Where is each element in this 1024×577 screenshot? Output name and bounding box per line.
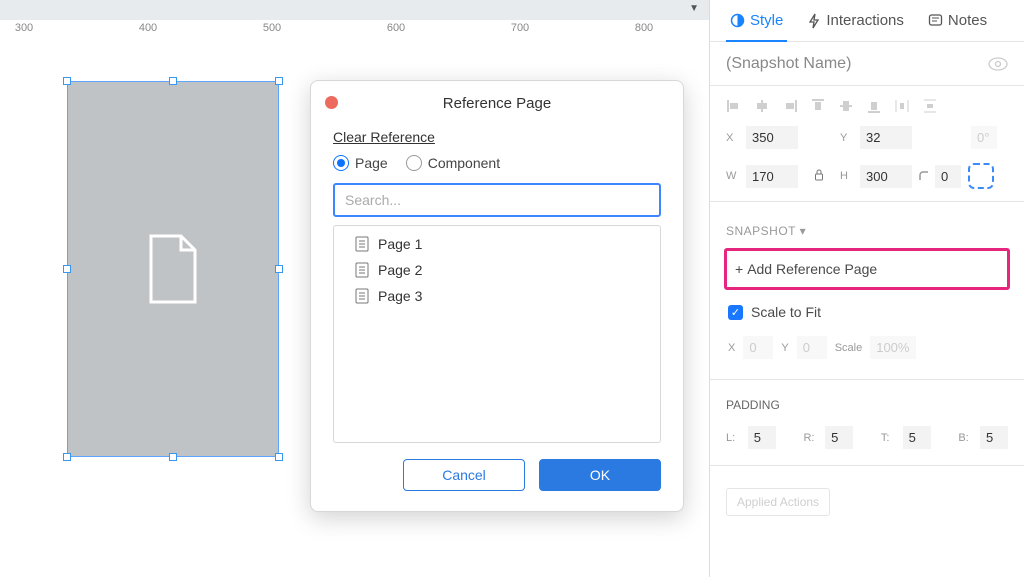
h-label: H	[840, 170, 854, 182]
resize-handle[interactable]	[275, 77, 283, 85]
align-left-icon[interactable]	[726, 98, 742, 114]
radio-page[interactable]: Page	[333, 155, 388, 171]
list-item[interactable]: Page 3	[334, 283, 660, 309]
radio-page-label: Page	[355, 155, 388, 171]
resize-handle[interactable]	[63, 265, 71, 273]
distribute-v-icon[interactable]	[922, 98, 938, 114]
dialog-title: Reference Page	[443, 95, 551, 112]
pad-t-field[interactable]: 5	[903, 426, 931, 449]
scale-x-field: 0	[743, 336, 773, 359]
scale-y-field: 0	[797, 336, 827, 359]
scale-x-label: X	[728, 342, 735, 354]
page-icon	[143, 232, 203, 306]
page-item-icon	[354, 288, 370, 304]
tab-interactions[interactable]: Interactions	[795, 0, 916, 41]
toolbar-collapse-icon[interactable]: ▼	[689, 3, 699, 14]
page-list[interactable]: Page 1 Page 2 Page 3	[333, 225, 661, 443]
y-label: Y	[840, 132, 854, 144]
close-icon[interactable]	[325, 96, 338, 109]
scale-to-fit-checkbox[interactable]: ✓	[728, 305, 743, 320]
distribute-h-icon[interactable]	[894, 98, 910, 114]
ruler-tick-label: 400	[139, 22, 157, 34]
tab-style[interactable]: Style	[718, 0, 795, 41]
ruler-tick-label: 300	[15, 22, 33, 34]
corner-radius-field[interactable]: 0	[935, 165, 961, 188]
top-chrome-bar: ▼	[0, 0, 709, 20]
add-reference-label: Add Reference Page	[747, 261, 877, 277]
ok-button[interactable]: OK	[539, 459, 661, 491]
pad-b-label: B:	[958, 432, 972, 444]
w-field[interactable]: 170	[746, 165, 798, 188]
scale-pct-field: 100%	[870, 336, 916, 359]
align-toolbar	[710, 86, 1024, 120]
clear-reference-link[interactable]: Clear Reference	[333, 129, 435, 145]
lock-aspect-icon[interactable]	[804, 169, 834, 184]
padding-section-header: PADDING	[710, 386, 1024, 416]
style-icon	[730, 13, 745, 28]
pad-r-label: R:	[803, 432, 817, 444]
horizontal-ruler: 300 400 500 600 700 800	[0, 20, 709, 42]
tab-notes[interactable]: Notes	[916, 0, 999, 41]
notes-icon	[928, 13, 943, 28]
resize-handle[interactable]	[275, 453, 283, 461]
scale-y-label: Y	[781, 342, 788, 354]
scale-to-fit-label: Scale to Fit	[751, 304, 821, 320]
resize-handle[interactable]	[63, 77, 71, 85]
expand-corners-icon[interactable]	[968, 163, 994, 189]
align-vcenter-icon[interactable]	[838, 98, 854, 114]
list-item-label: Page 1	[378, 236, 422, 252]
resize-handle[interactable]	[169, 77, 177, 85]
inspector-panel: Style Interactions Notes (Snapshot Name)…	[709, 0, 1024, 577]
snapshot-section-header[interactable]: SNAPSHOT ▾	[710, 208, 1024, 244]
tab-style-label: Style	[750, 12, 783, 29]
ruler-tick-label: 600	[387, 22, 405, 34]
pad-t-label: T:	[881, 432, 895, 444]
inspector-tabs: Style Interactions Notes	[710, 0, 1024, 42]
pad-b-field[interactable]: 5	[980, 426, 1008, 449]
list-item[interactable]: Page 2	[334, 257, 660, 283]
reference-page-dialog: Reference Page Clear Reference Page Comp…	[310, 80, 684, 512]
list-item-label: Page 3	[378, 288, 422, 304]
align-hcenter-icon[interactable]	[754, 98, 770, 114]
align-top-icon[interactable]	[810, 98, 826, 114]
list-item-label: Page 2	[378, 262, 422, 278]
lightning-icon	[807, 13, 821, 29]
tab-interactions-label: Interactions	[826, 12, 904, 29]
y-field[interactable]: 32	[860, 126, 912, 149]
snapshot-name-field[interactable]: (Snapshot Name)	[726, 55, 988, 73]
ruler-tick-label: 700	[511, 22, 529, 34]
rotation-field[interactable]: 0°	[968, 126, 996, 149]
page-item-icon	[354, 236, 370, 252]
ruler-tick-label: 500	[263, 22, 281, 34]
add-reference-page-button[interactable]: + Add Reference Page	[724, 248, 1010, 290]
selected-snapshot-widget[interactable]	[68, 82, 278, 456]
align-right-icon[interactable]	[782, 98, 798, 114]
ruler-tick-label: 800	[635, 22, 653, 34]
w-label: W	[726, 170, 740, 182]
pad-l-label: L:	[726, 432, 740, 444]
plus-icon: +	[735, 261, 743, 277]
corner-radius-icon	[918, 170, 930, 182]
resize-handle[interactable]	[275, 265, 283, 273]
page-item-icon	[354, 262, 370, 278]
resize-handle[interactable]	[63, 453, 71, 461]
x-field[interactable]: 350	[746, 126, 798, 149]
h-field[interactable]: 300	[860, 165, 912, 188]
align-bottom-icon[interactable]	[866, 98, 882, 114]
radio-component[interactable]: Component	[406, 155, 500, 171]
visibility-icon[interactable]	[988, 57, 1008, 71]
pad-r-field[interactable]: 5	[825, 426, 853, 449]
pad-l-field[interactable]: 5	[748, 426, 776, 449]
scale-pct-label: Scale	[835, 342, 863, 354]
radio-component-label: Component	[428, 155, 500, 171]
x-label: X	[726, 132, 740, 144]
applied-actions-button[interactable]: Applied Actions	[726, 488, 830, 516]
resize-handle[interactable]	[169, 453, 177, 461]
list-item[interactable]: Page 1	[334, 231, 660, 257]
cancel-button[interactable]: Cancel	[403, 459, 525, 491]
tab-notes-label: Notes	[948, 12, 987, 29]
search-input[interactable]	[333, 183, 661, 217]
